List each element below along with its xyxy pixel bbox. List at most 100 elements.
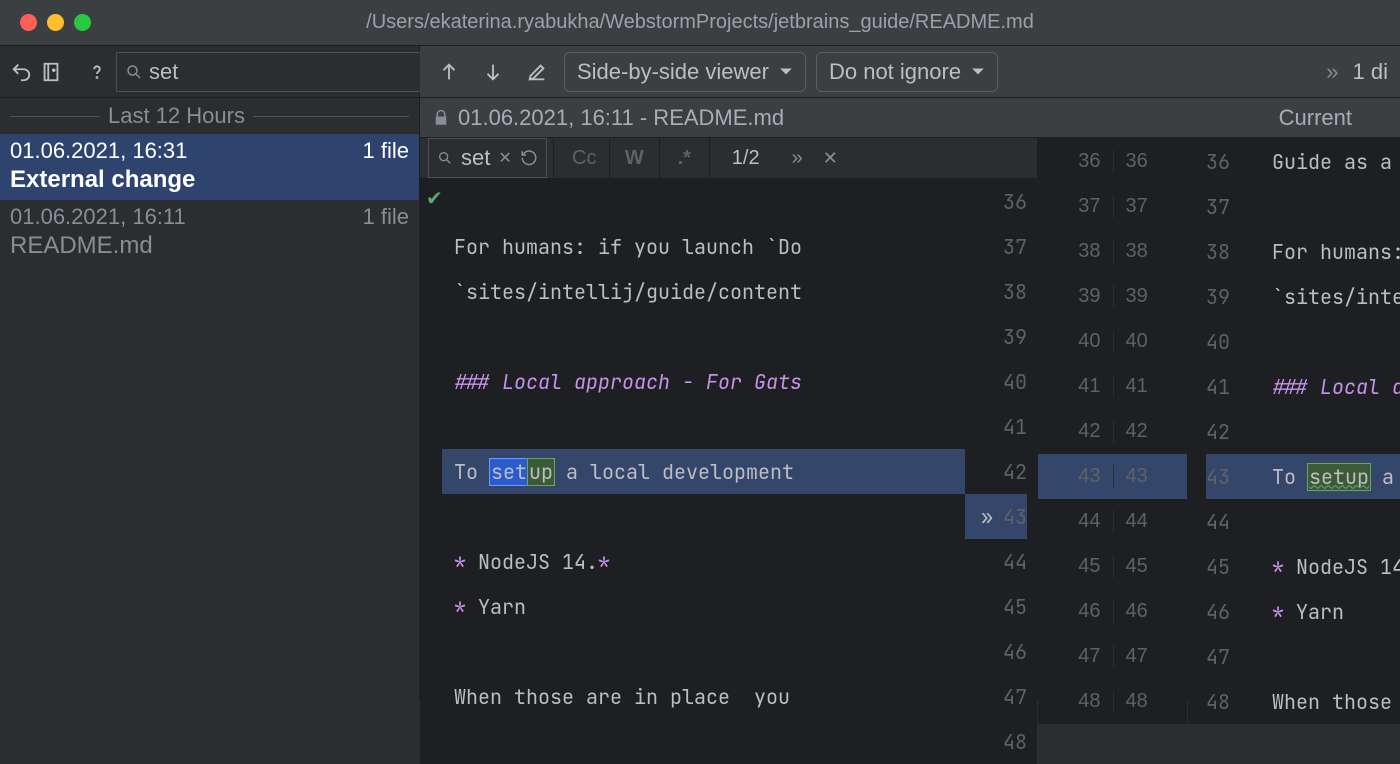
history-search-input[interactable]	[149, 59, 437, 85]
code-line[interactable]	[442, 629, 965, 674]
gutter-line: 4848	[1038, 679, 1187, 724]
history-item-time: 01.06.2021, 16:31	[10, 138, 187, 164]
history-item[interactable]: 01.06.2021, 16:11 1 file README.md	[0, 200, 419, 266]
line-number: 48	[965, 719, 1027, 764]
clear-find-icon[interactable]: ✕	[498, 148, 511, 168]
history-item-desc: External change	[10, 166, 409, 194]
diff-panel: Side-by-side viewer Do not ignore » 1 di…	[420, 46, 1400, 700]
line-number: 37	[965, 224, 1027, 269]
center-gutter: 3636373738383939404041414242434344444545…	[1038, 138, 1188, 700]
more-icon[interactable]: »	[1326, 59, 1338, 85]
code-line[interactable]	[1260, 409, 1400, 454]
code-line[interactable]: `sites/intellij/guide/content	[442, 269, 965, 314]
ignore-mode-dropdown[interactable]: Do not ignore	[816, 52, 998, 92]
gutter-line: 4545	[1038, 544, 1187, 589]
history-item[interactable]: 01.06.2021, 16:31 1 file External change	[0, 134, 419, 200]
line-number: 42	[965, 449, 1027, 494]
code-line[interactable]	[1260, 634, 1400, 679]
code-line[interactable]	[442, 179, 965, 224]
gutter-line: 4040	[1038, 319, 1187, 364]
find-history-icon[interactable]	[520, 149, 538, 167]
code-line[interactable]: ### Local ap	[1260, 364, 1400, 409]
left-code-pane: set ✕ Cc W .* 1/2 » ✕ ✔ For humans: if y…	[420, 138, 1038, 700]
ignore-mode-label: Do not ignore	[829, 59, 961, 85]
viewer-mode-dropdown[interactable]: Side-by-side viewer	[564, 52, 806, 92]
help-icon[interactable]	[86, 55, 108, 89]
gutter-line: 3636	[1038, 139, 1187, 184]
editor-row: set ✕ Cc W .* 1/2 » ✕ ✔ For humans: if y…	[420, 138, 1400, 700]
line-number: 47	[1206, 634, 1260, 679]
code-line[interactable]: `sites/intel	[1260, 274, 1400, 319]
line-number: 40	[1206, 319, 1260, 364]
code-line[interactable]: For humans: if you launch `Do	[442, 224, 965, 269]
close-find-icon[interactable]: ✕	[813, 148, 848, 169]
regex-toggle[interactable]: .*	[660, 138, 710, 178]
history-item-time: 01.06.2021, 16:11	[10, 204, 186, 230]
code-line[interactable]: Guide as a v	[1260, 139, 1400, 184]
line-number: 36	[965, 179, 1027, 224]
code-line[interactable]: * NodeJS 14.*	[442, 539, 965, 584]
line-number: 48	[1206, 679, 1260, 724]
code-line[interactable]	[1260, 184, 1400, 229]
code-line[interactable]	[442, 494, 965, 539]
create-patch-icon[interactable]	[40, 55, 62, 89]
line-number: 45	[965, 584, 1027, 629]
revert-icon[interactable]	[10, 55, 32, 89]
find-input[interactable]: set	[461, 145, 490, 171]
code-line[interactable]: * Yarn	[1260, 589, 1400, 634]
titlebar: /Users/ekaterina.ryabukha/WebstormProjec…	[0, 0, 1400, 46]
code-line[interactable]: When those a	[1260, 679, 1400, 724]
line-number: 41	[1206, 364, 1260, 409]
match-case-toggle[interactable]: Cc	[560, 138, 610, 178]
history-item-desc: README.md	[10, 232, 409, 260]
more-find-icon[interactable]: »	[782, 147, 813, 170]
pane-titles: 01.06.2021, 16:11 - README.md Current	[420, 98, 1400, 138]
code-line[interactable]	[442, 404, 965, 449]
next-diff-icon[interactable]	[476, 55, 510, 89]
gutter-line: 4444	[1038, 499, 1187, 544]
gutter-line: 4141	[1038, 364, 1187, 409]
code-line[interactable]: * Yarn	[442, 584, 965, 629]
chevron-down-icon	[971, 67, 985, 77]
line-number: 40	[965, 359, 1027, 404]
code-line[interactable]	[1260, 319, 1400, 364]
search-icon	[437, 150, 453, 166]
code-line[interactable]: * NodeJS 14.	[1260, 544, 1400, 589]
close-window-button[interactable]	[20, 14, 37, 31]
code-line[interactable]: To setup a l	[1260, 454, 1400, 499]
gutter-line: 3737	[1038, 184, 1187, 229]
history-item-files: 1 file	[363, 204, 409, 230]
prev-diff-icon[interactable]	[432, 55, 466, 89]
diff-toolbar: Side-by-side viewer Do not ignore » 1 di	[420, 46, 1400, 98]
words-toggle[interactable]: W	[610, 138, 660, 178]
line-number: »43	[965, 494, 1027, 539]
window-controls	[0, 14, 91, 31]
line-number: 38	[965, 269, 1027, 314]
right-code-pane: 36373839404142434445464748 Guide as a vF…	[1188, 138, 1400, 700]
code-line[interactable]: To set up a local development	[442, 449, 965, 494]
code-line[interactable]: ### Local approach - For Gats	[442, 359, 965, 404]
line-number: 44	[1206, 499, 1260, 544]
history-section-label: Last 12 Hours	[108, 103, 245, 129]
diff-count: 1 di	[1353, 59, 1388, 85]
gutter-line: 3939	[1038, 274, 1187, 319]
find-bar: set ✕ Cc W .* 1/2 » ✕	[420, 138, 1037, 179]
lock-icon	[432, 109, 450, 127]
maximize-window-button[interactable]	[74, 14, 91, 31]
line-number: 39	[1206, 274, 1260, 319]
right-code-area[interactable]: 36373839404142434445464748 Guide as a vF…	[1188, 139, 1400, 724]
code-line[interactable]: For humans:	[1260, 229, 1400, 274]
code-line[interactable]	[1260, 499, 1400, 544]
minimize-window-button[interactable]	[47, 14, 64, 31]
right-pane-title: Current	[1279, 105, 1400, 131]
left-code-area[interactable]: ✔ For humans: if you launch `Do`sites/in…	[420, 179, 1037, 764]
code-line[interactable]: When those are in place you	[442, 674, 965, 719]
search-icon	[125, 63, 143, 81]
divider	[553, 139, 554, 177]
gutter-line: 4242	[1038, 409, 1187, 454]
edit-icon[interactable]	[520, 55, 554, 89]
code-line[interactable]	[442, 314, 965, 359]
find-field[interactable]: set ✕	[428, 138, 547, 178]
history-item-files: 1 file	[363, 138, 409, 164]
line-number: 41	[965, 404, 1027, 449]
